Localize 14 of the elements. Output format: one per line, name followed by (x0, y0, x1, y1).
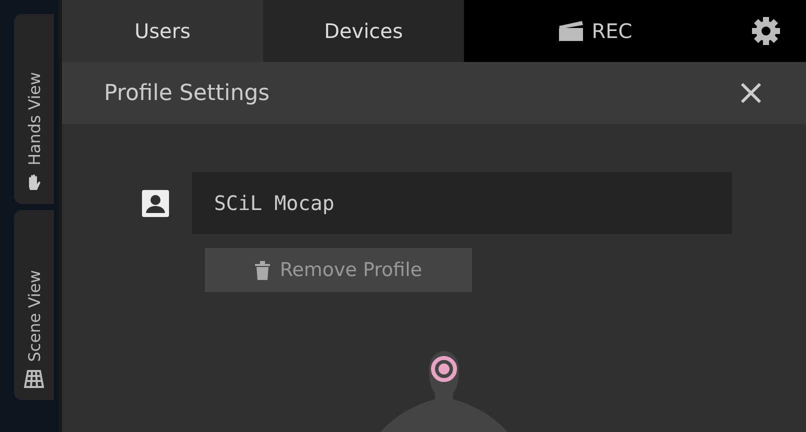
side-tab[interactable]: Scene View (14, 210, 54, 400)
tab[interactable]: Users (62, 0, 263, 62)
grid-icon (24, 370, 44, 388)
profile-name-field[interactable]: SCiL Mocap (192, 172, 732, 234)
hand-icon (26, 174, 42, 192)
close-icon[interactable] (740, 82, 762, 104)
trash-icon (254, 260, 270, 280)
clapperboard-icon (558, 20, 584, 42)
tab[interactable]: Devices (263, 0, 464, 62)
user-icon (142, 190, 169, 216)
side-tab[interactable]: Hands View (14, 14, 54, 204)
panel-title: Profile Settings (104, 80, 270, 106)
record-button[interactable]: REC (464, 0, 726, 62)
settings-icon (751, 16, 781, 46)
